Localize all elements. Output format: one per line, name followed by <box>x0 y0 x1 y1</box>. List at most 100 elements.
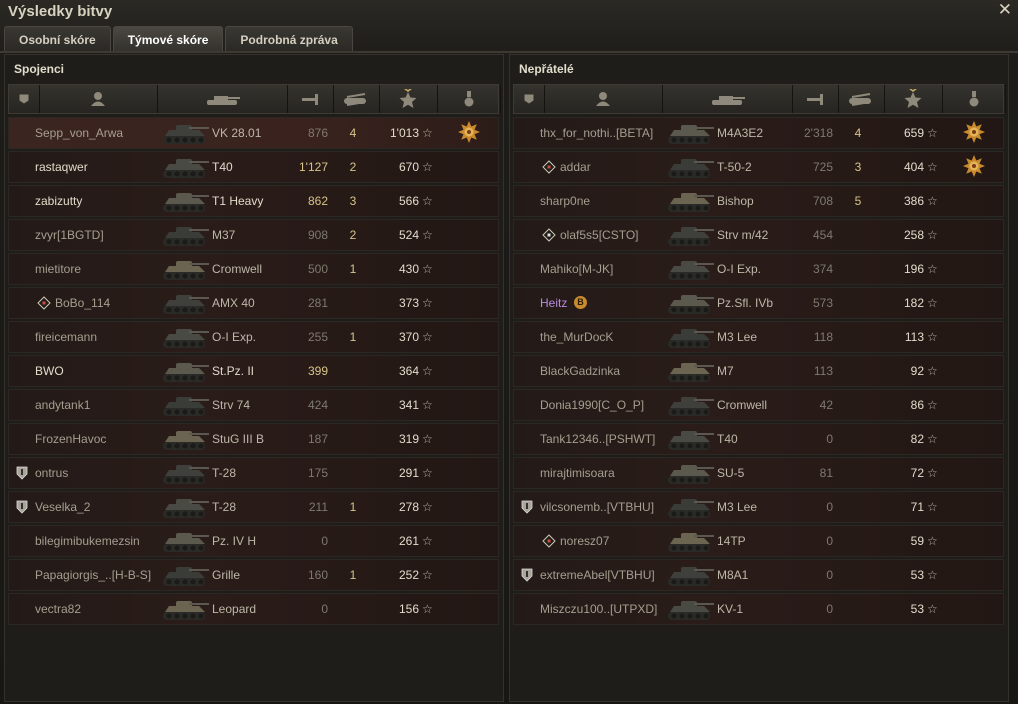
player-column-icon[interactable] <box>544 85 663 113</box>
player-column-icon[interactable] <box>39 85 158 113</box>
player-row[interactable]: Tank12346..[PSHWT] T40 0 82 ☆ <box>513 423 1004 455</box>
medal-icon[interactable] <box>457 120 481 144</box>
damage-value: 281 <box>307 296 328 310</box>
player-row[interactable]: rastaqwer T40 1'127 2 670 ☆ <box>8 151 499 183</box>
xp-value: 386 <box>903 194 924 208</box>
player-row[interactable]: BoBo_114 AMX 40 281 373 ☆ <box>8 287 499 319</box>
player-row[interactable]: Heitz B Pz.Sfl. IVb 573 182 ☆ <box>513 287 1004 319</box>
platoon-column-icon[interactable] <box>9 85 40 113</box>
tank-icon <box>163 329 209 348</box>
xp-column-icon[interactable] <box>884 85 943 113</box>
damage-value: 708 <box>812 194 833 208</box>
medal-icon[interactable] <box>962 154 986 178</box>
player-row[interactable]: ontrus T-28 175 291 ☆ <box>8 457 499 489</box>
player-row[interactable]: Donia1990[C_O_P] Cromwell 42 86 ☆ <box>513 389 1004 421</box>
damage-column-icon[interactable] <box>792 85 839 113</box>
star-icon: ☆ <box>927 568 938 582</box>
kills-column-icon[interactable] <box>838 85 885 113</box>
tank-icon <box>163 125 209 144</box>
player-row[interactable]: olaf5s5[CSTO] Strv m/42 454 258 ☆ <box>513 219 1004 251</box>
player-row[interactable]: noresz07 14TP 0 59 ☆ <box>513 525 1004 557</box>
player-row[interactable]: addar T-50-2 725 3 404 ☆ <box>513 151 1004 183</box>
xp-column-icon[interactable] <box>379 85 438 113</box>
star-icon: ☆ <box>927 602 938 616</box>
player-row[interactable]: BWO St.Pz. II 399 364 ☆ <box>8 355 499 387</box>
tab-personal-score[interactable]: Osobní skóre <box>4 26 111 51</box>
player-row[interactable]: extremeAbel[VTBHU] M8A1 0 53 ☆ <box>513 559 1004 591</box>
tank-name: Leopard <box>212 602 257 616</box>
tank-name: Pz.Sfl. IVb <box>717 296 774 310</box>
player-row[interactable]: bilegimibukemezsin Pz. IV H 0 261 ☆ <box>8 525 499 557</box>
clan-shield-icon <box>16 500 28 514</box>
medal-column-icon[interactable] <box>437 85 501 113</box>
player-row[interactable]: Sepp_von_Arwa VK 28.01 876 4 1'013 ☆ <box>8 117 499 149</box>
xp-value: 430 <box>398 262 419 276</box>
kills-value: 1 <box>349 500 357 514</box>
damage-column-icon[interactable] <box>287 85 334 113</box>
platoon-column-icon[interactable] <box>514 85 545 113</box>
player-row[interactable]: BlackGadzinka M7 113 92 ☆ <box>513 355 1004 387</box>
allies-title: Spojenci <box>14 62 65 76</box>
player-row[interactable]: Miszczu100..[UTPXD] KV-1 0 53 ☆ <box>513 593 1004 625</box>
tab-team-score[interactable]: Týmové skóre <box>112 26 224 51</box>
player-row[interactable]: vectra82 Leopard 0 156 ☆ <box>8 593 499 625</box>
player-name: Donia1990[C_O_P] <box>540 398 645 412</box>
player-name: vectra82 <box>35 602 82 616</box>
damage-value: 862 <box>307 194 328 208</box>
damage-value: 725 <box>812 160 833 174</box>
player-row[interactable]: vilcsonemb..[VTBHU] M3 Lee 0 71 ☆ <box>513 491 1004 523</box>
player-row[interactable]: andytank1 Strv 74 424 341 ☆ <box>8 389 499 421</box>
xp-value: 59 <box>910 534 924 548</box>
tank-name: T40 <box>717 432 738 446</box>
medal-column-icon[interactable] <box>942 85 1006 113</box>
player-name: Veselka_2 <box>35 500 91 514</box>
player-row[interactable]: the_MurDocK M3 Lee 118 113 ☆ <box>513 321 1004 353</box>
player-row[interactable]: Mahiko[M-JK] O-I Exp. 374 196 ☆ <box>513 253 1004 285</box>
player-row[interactable]: fireicemann O-I Exp. 255 1 370 ☆ <box>8 321 499 353</box>
tank-name: O-I Exp. <box>212 330 257 344</box>
tank-icon <box>668 533 714 552</box>
damage-value: 160 <box>307 568 328 582</box>
player-row[interactable]: Papagiorgis_..[H-B-S] Grille 160 1 252 ☆ <box>8 559 499 591</box>
player-row[interactable]: mirajtimisoara SU-5 81 72 ☆ <box>513 457 1004 489</box>
tank-column-icon[interactable] <box>662 85 793 113</box>
tank-icon <box>163 533 209 552</box>
star-icon: ☆ <box>422 330 433 344</box>
tank-name: O-I Exp. <box>717 262 762 276</box>
xp-value: 278 <box>398 500 419 514</box>
player-row[interactable]: zabizutty T1 Heavy 862 3 566 ☆ <box>8 185 499 217</box>
tank-icon <box>163 431 209 450</box>
tank-name: T-50-2 <box>717 160 752 174</box>
player-name: Heitz <box>540 296 568 310</box>
player-name: bilegimibukemezsin <box>35 534 140 548</box>
player-row[interactable]: mietitore Cromwell 500 1 430 ☆ <box>8 253 499 285</box>
damage-value: 374 <box>812 262 833 276</box>
player-row[interactable]: FrozenHavoc StuG III B 187 319 ☆ <box>8 423 499 455</box>
damage-value: 0 <box>826 500 833 514</box>
tank-name: Pz. IV H <box>212 534 257 548</box>
player-name: andytank1 <box>35 398 91 412</box>
xp-value: 72 <box>910 466 924 480</box>
tank-name: Strv 74 <box>212 398 251 412</box>
kills-value: 5 <box>854 194 862 208</box>
star-icon: ☆ <box>927 126 938 140</box>
player-name: fireicemann <box>35 330 98 344</box>
xp-value: 86 <box>910 398 924 412</box>
xp-value: 82 <box>910 432 924 446</box>
tank-icon <box>668 499 714 518</box>
player-row[interactable]: sharp0ne Bishop 708 5 386 ☆ <box>513 185 1004 217</box>
platoon-diamond-icon <box>542 228 556 242</box>
damage-value: 175 <box>307 466 328 480</box>
damage-value: 1'127 <box>299 160 328 174</box>
player-row[interactable]: zvyr[1BGTD] M37 908 2 524 ☆ <box>8 219 499 251</box>
tank-icon <box>668 261 714 280</box>
tank-column-icon[interactable] <box>157 85 288 113</box>
medal-icon[interactable] <box>962 120 986 144</box>
close-icon[interactable]: ✕ <box>998 0 1012 20</box>
player-row[interactable]: Veselka_2 T-28 211 1 278 ☆ <box>8 491 499 523</box>
kills-column-icon[interactable] <box>333 85 380 113</box>
xp-value: 566 <box>398 194 419 208</box>
tab-detailed-report[interactable]: Podrobná zpráva <box>225 26 353 51</box>
player-name: Tank12346..[PSHWT] <box>540 432 656 446</box>
player-row[interactable]: thx_for_nothi..[BETA] M4A3E2 2'318 4 659 ☆ <box>513 117 1004 149</box>
